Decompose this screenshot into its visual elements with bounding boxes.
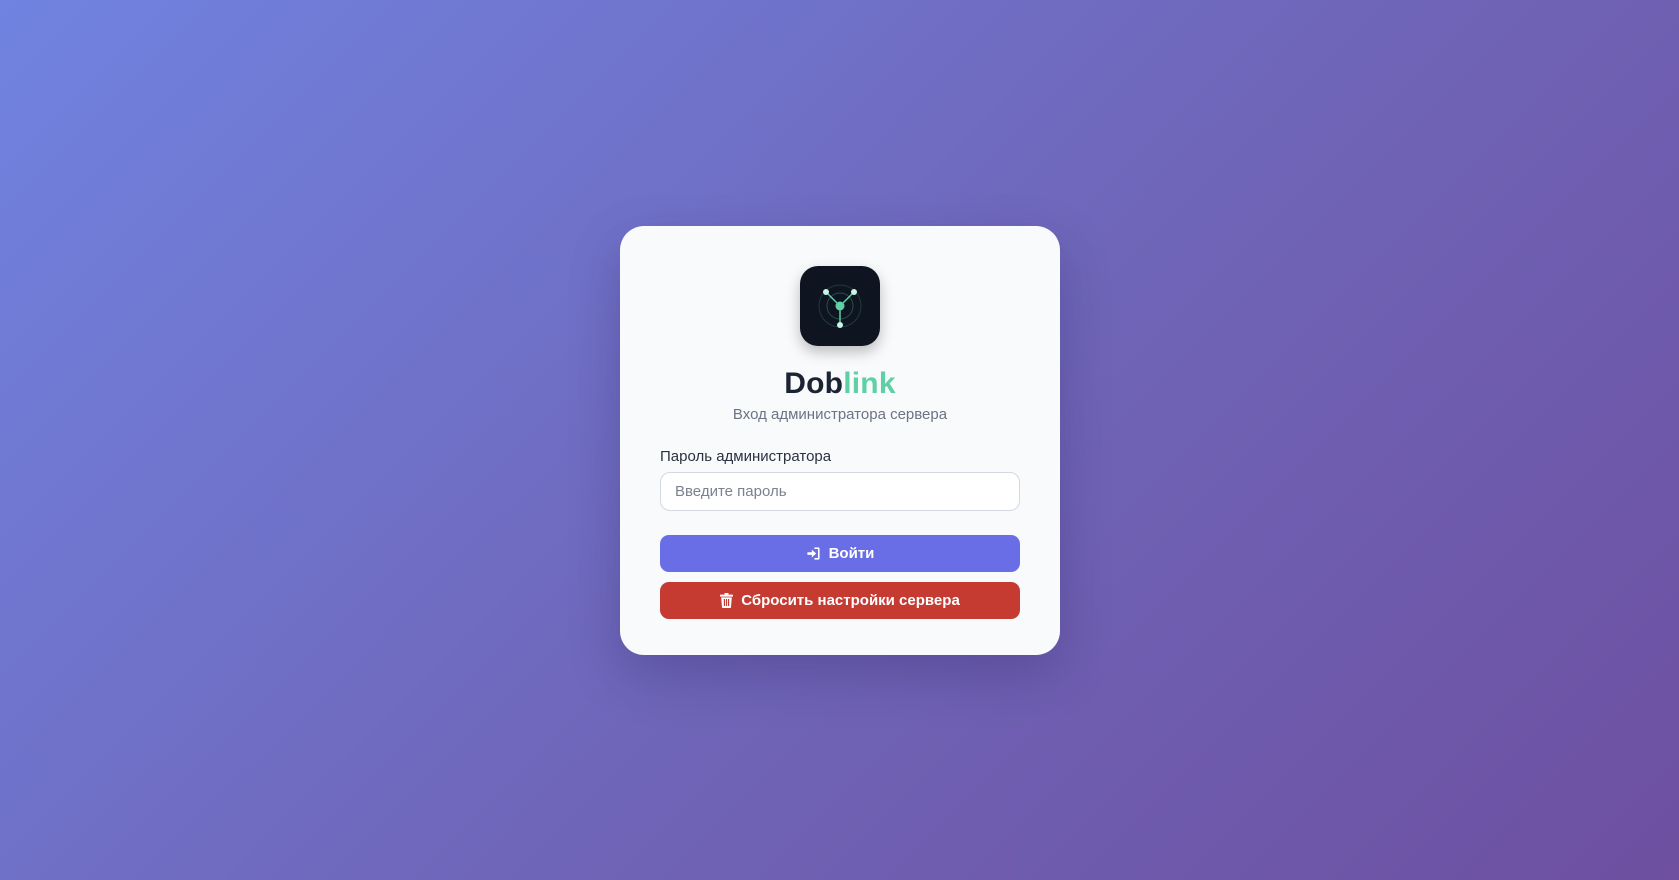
trash-icon xyxy=(720,593,734,608)
reset-button-label: Сбросить настройки сервера xyxy=(741,592,960,609)
reset-server-button[interactable]: Сбросить настройки сервера xyxy=(660,582,1020,619)
network-nodes-icon xyxy=(818,284,862,328)
login-button-label: Войти xyxy=(828,545,875,562)
login-button[interactable]: Войти xyxy=(660,535,1020,572)
brand-name: Doblink xyxy=(660,366,1020,402)
page-subtitle: Вход администратора сервера xyxy=(732,406,948,423)
brand-name-primary: Dob xyxy=(784,367,844,400)
login-card: Doblink Вход администратора сервера Паро… xyxy=(620,226,1060,655)
brand-name-accent: link xyxy=(843,367,896,400)
password-input[interactable] xyxy=(660,472,1020,511)
password-label: Пароль администратора xyxy=(660,448,832,465)
sign-in-icon xyxy=(806,546,821,561)
app-logo xyxy=(800,266,880,346)
